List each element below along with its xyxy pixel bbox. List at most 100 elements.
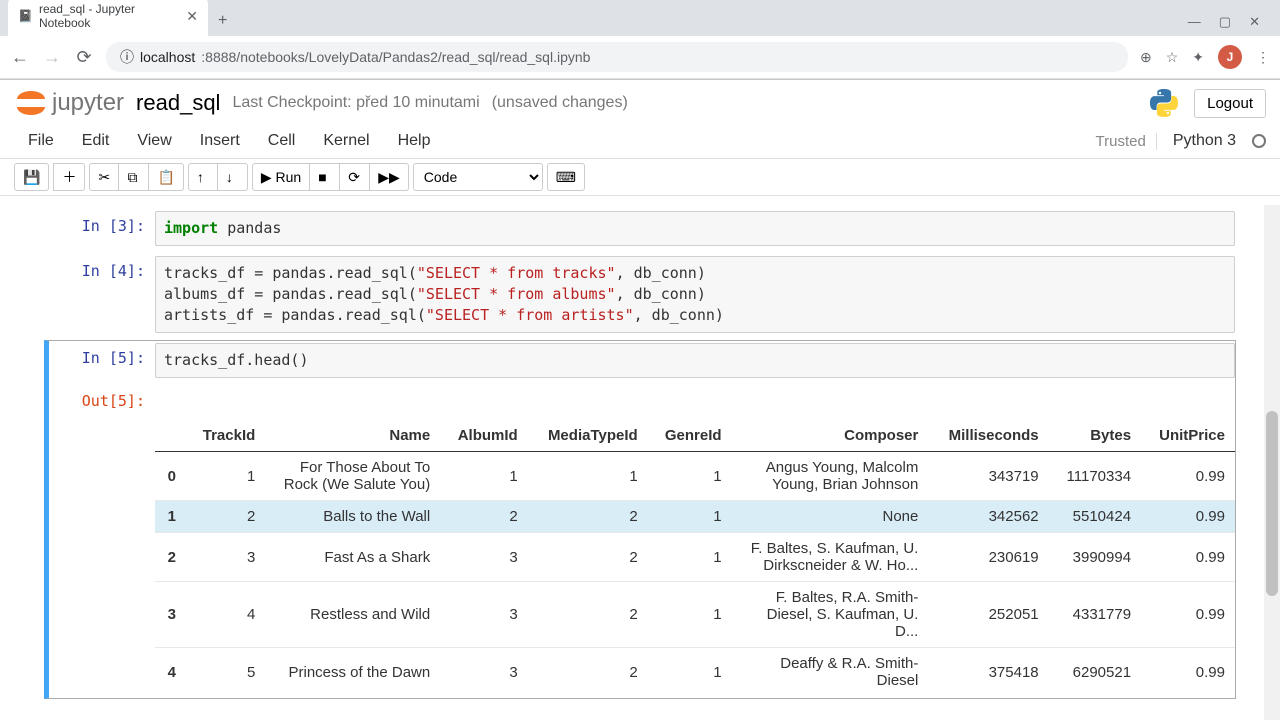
extensions-icon[interactable]: ✦ bbox=[1192, 49, 1204, 66]
table-cell: 0.99 bbox=[1141, 648, 1235, 697]
scrollbar[interactable] bbox=[1264, 205, 1280, 720]
code-input[interactable]: tracks_df.head() bbox=[155, 343, 1235, 378]
table-cell: 2 bbox=[440, 501, 527, 533]
copy-button[interactable]: ⧉ bbox=[119, 163, 149, 191]
close-icon[interactable]: ✕ bbox=[186, 8, 198, 25]
forward-button[interactable]: → bbox=[42, 47, 62, 68]
table-cell: Balls to the Wall bbox=[265, 501, 440, 533]
maximize-button[interactable]: ▢ bbox=[1219, 14, 1231, 30]
in-prompt: In [3]: bbox=[82, 217, 145, 235]
table-header: MediaTypeId bbox=[528, 420, 648, 452]
tab-bar: 📓 read_sql - Jupyter Notebook ✕ + — ▢ ✕ bbox=[0, 0, 1280, 36]
menu-insert[interactable]: Insert bbox=[186, 126, 254, 156]
table-cell: 1 bbox=[648, 582, 732, 648]
code-input[interactable]: tracks_df = pandas.read_sql("SELECT * fr… bbox=[155, 256, 1235, 333]
move-down-button[interactable]: ↓ bbox=[218, 163, 248, 191]
table-cell: 4 bbox=[186, 582, 265, 648]
reload-button[interactable]: ⟳ bbox=[74, 47, 94, 68]
menu-file[interactable]: File bbox=[14, 126, 68, 156]
table-cell: 252051 bbox=[928, 582, 1048, 648]
back-button[interactable]: ← bbox=[10, 47, 30, 68]
move-up-button[interactable]: ↑ bbox=[188, 163, 218, 191]
code-cell-5[interactable]: In [5]: tracks_df.head() Out[5]: TrackId… bbox=[44, 340, 1236, 699]
table-header: Name bbox=[265, 420, 440, 452]
menu-help[interactable]: Help bbox=[384, 126, 445, 156]
trusted-indicator[interactable]: Trusted bbox=[1096, 133, 1157, 150]
table-header: TrackId bbox=[186, 420, 265, 452]
kernel-name[interactable]: Python 3 bbox=[1167, 128, 1242, 154]
table-cell: Angus Young, Malcolm Young, Brian Johnso… bbox=[732, 452, 929, 501]
stop-button[interactable]: ■ bbox=[310, 163, 340, 191]
url-input[interactable]: ⓘ localhost:8888/notebooks/LovelyData/Pa… bbox=[106, 42, 1128, 72]
table-row: 12Balls to the Wall221None34256255104240… bbox=[155, 501, 1235, 533]
browser-chrome: 📓 read_sql - Jupyter Notebook ✕ + — ▢ ✕ … bbox=[0, 0, 1280, 80]
table-row: 23Fast As a Shark321F. Baltes, S. Kaufma… bbox=[155, 533, 1235, 582]
table-cell: 2 bbox=[528, 501, 648, 533]
table-cell: 0.99 bbox=[1141, 501, 1235, 533]
logout-button[interactable]: Logout bbox=[1194, 89, 1266, 118]
row-index: 2 bbox=[155, 533, 186, 582]
table-cell: Deaffy & R.A. Smith-Diesel bbox=[732, 648, 929, 697]
table-cell: 342562 bbox=[928, 501, 1048, 533]
table-cell: 3 bbox=[440, 533, 527, 582]
in-prompt: In [4]: bbox=[82, 262, 145, 280]
browser-menu-icon[interactable]: ⋮ bbox=[1256, 49, 1270, 66]
notebook-title[interactable]: read_sql bbox=[136, 90, 220, 116]
table-cell: 1 bbox=[648, 501, 732, 533]
code-cell-4[interactable]: In [4]: tracks_df = pandas.read_sql("SEL… bbox=[44, 253, 1236, 336]
restart-button[interactable]: ⟳ bbox=[340, 163, 370, 191]
tab-favicon-icon: 📓 bbox=[18, 9, 33, 23]
table-cell: 0.99 bbox=[1141, 582, 1235, 648]
fast-forward-button[interactable]: ▶▶ bbox=[370, 163, 409, 191]
menu-cell[interactable]: Cell bbox=[254, 126, 310, 156]
jupyter-logo-icon bbox=[14, 86, 48, 120]
cell-type-select[interactable]: Code bbox=[413, 163, 543, 191]
jupyter-logo[interactable]: jupyter bbox=[14, 86, 124, 120]
table-cell: F. Baltes, S. Kaufman, U. Dirkscneider &… bbox=[732, 533, 929, 582]
code-cell-3[interactable]: In [3]: import pandas bbox=[44, 208, 1236, 249]
kernel-status-icon[interactable] bbox=[1252, 134, 1266, 148]
table-row: 34Restless and Wild321F. Baltes, R.A. Sm… bbox=[155, 582, 1235, 648]
menu-bar: File Edit View Insert Cell Kernel Help T… bbox=[0, 124, 1280, 159]
zoom-icon[interactable]: ⊕ bbox=[1140, 49, 1152, 66]
table-cell: 1 bbox=[440, 452, 527, 501]
site-info-icon[interactable]: ⓘ bbox=[120, 47, 134, 67]
paste-button[interactable]: 📋 bbox=[149, 163, 183, 191]
run-button[interactable]: ▶ Run bbox=[252, 163, 310, 191]
table-cell: 3 bbox=[440, 648, 527, 697]
table-cell: 5 bbox=[186, 648, 265, 697]
menu-edit[interactable]: Edit bbox=[68, 126, 124, 156]
table-cell: 3990994 bbox=[1049, 533, 1141, 582]
save-button[interactable]: 💾 bbox=[14, 163, 49, 191]
table-cell: 0.99 bbox=[1141, 533, 1235, 582]
python-logo-icon bbox=[1148, 87, 1180, 119]
table-header: UnitPrice bbox=[1141, 420, 1235, 452]
scrollbar-thumb[interactable] bbox=[1266, 411, 1278, 596]
table-cell: 11170334 bbox=[1049, 452, 1141, 501]
dataframe-table: TrackIdNameAlbumIdMediaTypeIdGenreIdComp… bbox=[155, 420, 1235, 696]
table-header: Bytes bbox=[1049, 420, 1141, 452]
close-window-button[interactable]: ✕ bbox=[1249, 14, 1260, 30]
table-header bbox=[155, 420, 186, 452]
row-index: 0 bbox=[155, 452, 186, 501]
in-prompt: In [5]: bbox=[82, 349, 145, 367]
add-cell-button[interactable]: ＋ bbox=[53, 163, 85, 191]
menu-view[interactable]: View bbox=[123, 126, 185, 156]
url-host: localhost bbox=[140, 49, 195, 65]
code-input[interactable]: import pandas bbox=[155, 211, 1235, 246]
bookmark-icon[interactable]: ☆ bbox=[1166, 49, 1179, 66]
out-prompt: Out[5]: bbox=[82, 392, 145, 410]
minimize-button[interactable]: — bbox=[1188, 14, 1201, 30]
profile-avatar[interactable]: J bbox=[1218, 45, 1242, 69]
command-palette-button[interactable]: ⌨ bbox=[547, 163, 585, 191]
menu-kernel[interactable]: Kernel bbox=[309, 126, 383, 156]
table-cell: 3 bbox=[186, 533, 265, 582]
new-tab-button[interactable]: + bbox=[208, 6, 237, 36]
browser-tab[interactable]: 📓 read_sql - Jupyter Notebook ✕ bbox=[8, 0, 208, 36]
row-index: 4 bbox=[155, 648, 186, 697]
jupyter-logo-text: jupyter bbox=[52, 89, 124, 117]
notebook-container[interactable]: In [3]: import pandas In [4]: tracks_df … bbox=[0, 196, 1280, 711]
table-header: Composer bbox=[732, 420, 929, 452]
cut-button[interactable]: ✂ bbox=[89, 163, 119, 191]
table-cell: 375418 bbox=[928, 648, 1048, 697]
